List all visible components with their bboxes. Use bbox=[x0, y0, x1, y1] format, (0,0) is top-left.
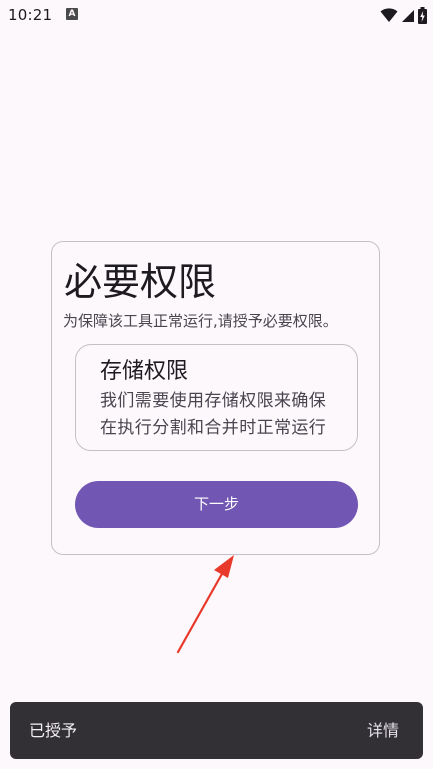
permission-title: 存储权限 bbox=[100, 359, 189, 384]
snackbar: 已授予 详情 bbox=[10, 702, 423, 759]
wifi-icon bbox=[380, 8, 398, 22]
permission-card: 必要权限 为保障该工具正常运行,请授予必要权限。 存储权限 我们需要使用存储权限… bbox=[51, 241, 380, 555]
cell-signal-icon bbox=[402, 10, 414, 22]
card-title: 必要权限 bbox=[64, 260, 217, 304]
accessibility-a-icon: A bbox=[66, 8, 78, 20]
permission-description: 我们需要使用存储权限来确保在执行分割和合并时正常运行 bbox=[100, 391, 327, 438]
battery-charging-icon bbox=[418, 6, 427, 24]
snackbar-details-button[interactable]: 详情 bbox=[367, 702, 399, 759]
card-subtitle: 为保障该工具正常运行,请授予必要权限。 bbox=[63, 312, 338, 330]
status-icons bbox=[380, 5, 427, 25]
status-bar: 10:21 A bbox=[0, 0, 433, 30]
snackbar-message: 已授予 bbox=[29, 721, 78, 740]
storage-permission-box[interactable]: 存储权限 我们需要使用存储权限来确保在执行分割和合并时正常运行 bbox=[75, 344, 358, 451]
status-time: 10:21 bbox=[8, 6, 53, 24]
next-step-button[interactable]: 下一步 bbox=[75, 481, 358, 528]
